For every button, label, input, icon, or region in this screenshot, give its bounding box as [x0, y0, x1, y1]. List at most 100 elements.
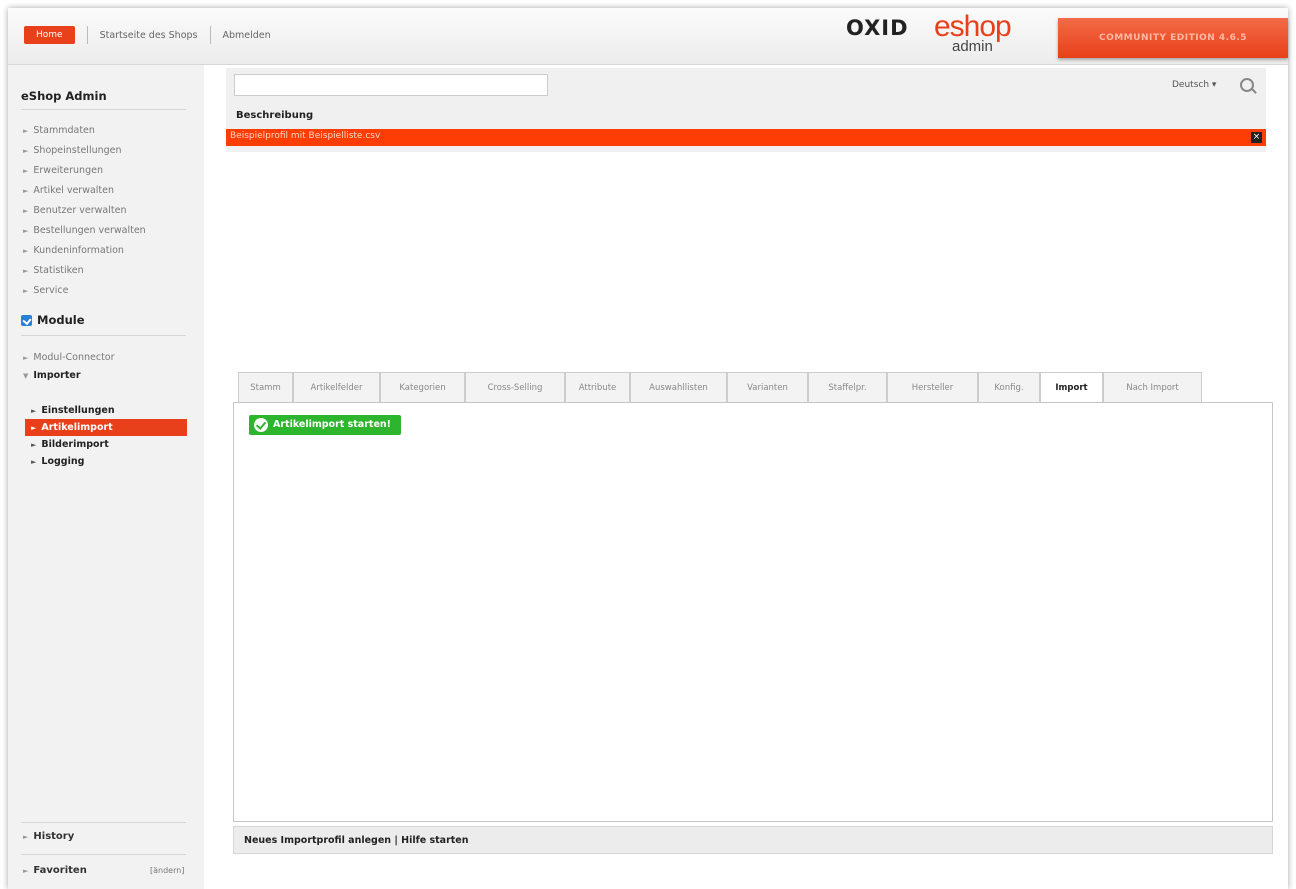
sidebar-item-label: Einstellungen [41, 405, 115, 416]
start-import-label: Artikelimport starten! [273, 419, 391, 430]
shop-startpage-link[interactable]: Startseite des Shops [100, 30, 198, 41]
sidebar-item-label: Bestellungen verwalten [33, 225, 146, 236]
tab-import[interactable]: Import [1040, 372, 1103, 403]
sidebar-item-shopeinstellungen[interactable]: ► Shopeinstellungen [23, 141, 146, 161]
tab-stamm[interactable]: Stamm [238, 372, 293, 402]
sidebar-item-label: Stammdaten [33, 125, 95, 136]
chevron-right-icon: ► [31, 441, 37, 449]
sidebar-item-statistiken[interactable]: ► Statistiken [23, 261, 146, 281]
chevron-right-icon: ► [23, 227, 29, 235]
sidebar-item-label: Bilderimport [41, 439, 109, 450]
chevron-right-icon: ► [23, 147, 29, 155]
chevron-right-icon: ► [23, 267, 29, 275]
chevron-right-icon: ► [31, 424, 37, 432]
start-import-button[interactable]: Artikelimport starten! [249, 415, 401, 435]
tab-auswahllisten[interactable]: Auswahllisten [630, 372, 727, 402]
check-circle-icon [254, 418, 268, 432]
sidebar-item-artikel[interactable]: ► Artikel verwalten [23, 181, 146, 201]
edition-badge: COMMUNITY EDITION 4.6.5 [1058, 18, 1288, 58]
chevron-right-icon: ► [31, 407, 37, 415]
chevron-right-icon: ► [23, 287, 29, 295]
sidebar-divider [21, 822, 186, 823]
tab-staffelpreise[interactable]: Staffelpr. [808, 372, 887, 402]
sidebar-item-label: Artikelimport [41, 422, 113, 433]
history-link[interactable]: ► History [23, 831, 74, 842]
chevron-right-icon: ► [31, 458, 37, 466]
home-button[interactable]: Home [24, 26, 75, 44]
language-select[interactable]: Deutsch ▾ [1172, 80, 1216, 90]
logo-oxid-text: OXID [846, 16, 909, 40]
module-heading-label: Module [37, 313, 85, 327]
sidebar: eShop Admin ► Stammdaten ► Shopeinstellung… [8, 65, 204, 889]
search-input[interactable] [234, 74, 548, 96]
sidebar-item-stammdaten[interactable]: ► Stammdaten [23, 121, 146, 141]
tab-kategorien[interactable]: Kategorien [380, 372, 465, 402]
profile-name: Beispielprofil mit Beispielliste.csv [230, 131, 381, 141]
sidebar-divider [21, 109, 186, 110]
favoriten-link[interactable]: ► Favoriten [23, 865, 87, 876]
favoriten-label: Favoriten [33, 865, 87, 876]
chevron-right-icon: ► [23, 207, 29, 215]
list-item-selected[interactable]: Beispielprofil mit Beispielliste.csv × [226, 129, 1266, 146]
search-icon[interactable] [1240, 78, 1254, 92]
tab-content-panel: Artikelimport starten! [233, 402, 1273, 822]
history-label: History [33, 831, 75, 842]
sidebar-item-label: Service [33, 285, 69, 296]
sidebar-item-label: Logging [41, 456, 85, 467]
close-icon[interactable]: × [1251, 132, 1262, 143]
sidebar-item-modul-connector[interactable]: ► Modul-Connector [23, 349, 115, 367]
chevron-right-icon: ► [23, 247, 29, 255]
tab-hersteller[interactable]: Hersteller [887, 372, 978, 402]
tab-konfig[interactable]: Konfig. [978, 372, 1040, 402]
chevron-right-icon: ► [23, 187, 29, 195]
sidebar-item-label: Shopeinstellungen [33, 145, 122, 156]
sidebar-item-kundeninformation[interactable]: ► Kundeninformation [23, 241, 146, 261]
tab-bar: Stamm Artikelfelder Kategorien Cross-Sel… [238, 372, 1202, 403]
sidebar-item-logging[interactable]: ► Logging [25, 453, 187, 470]
tab-attribute[interactable]: Attribute [565, 372, 630, 402]
module-heading[interactable]: Module [21, 313, 85, 327]
top-navigation: Home Startseite des Shops Abmelden [24, 26, 271, 44]
sidebar-item-service[interactable]: ► Service [23, 281, 146, 301]
logo-admin-text: admin [952, 38, 993, 55]
favoriten-edit-link[interactable]: [ändern] [150, 866, 184, 875]
sidebar-item-benutzer[interactable]: ► Benutzer verwalten [23, 201, 146, 221]
sidebar-item-einstellungen[interactable]: ► Einstellungen [25, 402, 187, 419]
logout-link[interactable]: Abmelden [223, 30, 271, 41]
checkbox-icon [21, 314, 32, 326]
tab-cross-selling[interactable]: Cross-Selling [465, 372, 565, 402]
top-bar: Home Startseite des Shops Abmelden OXID … [8, 8, 1288, 65]
chevron-right-icon: ► [23, 167, 29, 175]
oxid-eshop-logo: OXID eshop admin [846, 10, 1046, 60]
sidebar-item-bestellungen[interactable]: ► Bestellungen verwalten [23, 221, 146, 241]
sidebar-item-importer[interactable]: ▼ Importer [23, 367, 115, 385]
footer-actions[interactable]: Neues Importprofil anlegen | Hilfe start… [244, 835, 469, 846]
tab-artikelfelder[interactable]: Artikelfelder [293, 372, 380, 402]
chevron-right-icon: ► [23, 867, 29, 875]
sidebar-item-erweiterungen[interactable]: ► Erweiterungen [23, 161, 146, 181]
chevron-right-icon: ► [23, 354, 29, 362]
sidebar-item-label: Erweiterungen [33, 165, 103, 176]
chevron-right-icon: ► [23, 127, 29, 135]
sidebar-item-label: Artikel verwalten [33, 185, 115, 196]
sidebar-divider [21, 335, 186, 336]
sidebar-item-label: Modul-Connector [33, 352, 115, 363]
tab-nach-import[interactable]: Nach Import [1103, 372, 1202, 402]
tab-varianten[interactable]: Varianten [727, 372, 808, 402]
importer-submenu: ► Einstellungen ► Artikelimport ► Bilderimp… [25, 402, 187, 470]
sidebar-item-artikelimport[interactable]: ► Artikelimport [25, 419, 187, 436]
sidebar-item-bilderimport[interactable]: ► Bilderimport [25, 436, 187, 453]
sidebar-divider [21, 854, 186, 855]
module-menu: ► Modul-Connector ▼ Importer [23, 349, 115, 385]
column-header-beschreibung: Beschreibung [236, 110, 314, 121]
sidebar-item-label: Kundeninformation [33, 245, 124, 256]
sidebar-menu: ► Stammdaten ► Shopeinstellungen ► Erweiter… [23, 121, 146, 301]
action-bar: Neues Importprofil anlegen | Hilfe start… [233, 826, 1273, 854]
admin-window: Home Startseite des Shops Abmelden OXID … [8, 8, 1288, 889]
sidebar-title: eShop Admin [21, 89, 107, 103]
chevron-down-icon: ▼ [23, 372, 29, 380]
chevron-right-icon: ► [23, 833, 29, 841]
sidebar-item-label: Statistiken [33, 265, 84, 276]
nav-divider [209, 26, 211, 44]
nav-divider [86, 26, 88, 44]
